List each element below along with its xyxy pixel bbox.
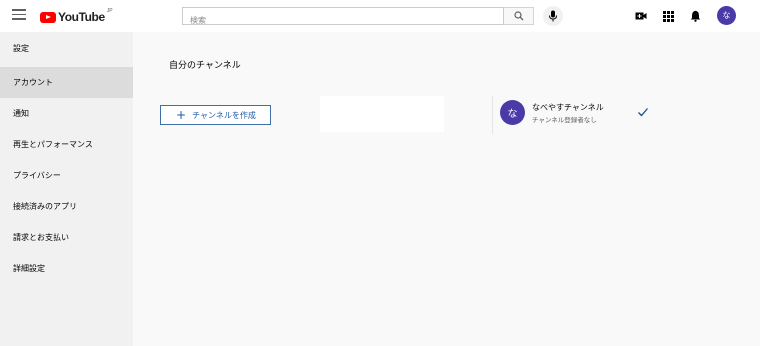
sidebar-item-playback[interactable]: 再生とパフォーマンス <box>0 129 133 160</box>
top-bar: YouTube JP 検索 な <box>0 0 760 32</box>
channel-avatar: な <box>500 100 525 125</box>
bell-icon <box>690 10 700 22</box>
create-video-button[interactable] <box>634 9 648 23</box>
sidebar-item-account[interactable]: アカウント <box>0 67 133 98</box>
notifications-button[interactable] <box>688 9 702 23</box>
avatar[interactable]: な <box>717 6 736 25</box>
youtube-play-icon <box>40 11 56 23</box>
create-channel-button[interactable]: + チャンネルを作成 <box>160 105 271 125</box>
search-button[interactable] <box>504 7 534 25</box>
channel-placeholder-card <box>320 96 444 132</box>
create-video-icon <box>635 12 647 20</box>
logo-text: YouTube <box>58 10 105 24</box>
create-channel-label: チャンネルを作成 <box>192 110 256 120</box>
menu-icon[interactable] <box>12 9 26 23</box>
search-box <box>182 7 504 29</box>
channel-subscriber-count: チャンネル登録者なし <box>532 116 597 124</box>
logo-region: JP <box>106 8 113 14</box>
plus-icon: + <box>176 108 187 122</box>
mic-icon <box>549 10 557 22</box>
sidebar-item-billing[interactable]: 請求とお支払い <box>0 222 133 253</box>
youtube-logo[interactable]: YouTube JP <box>40 8 113 25</box>
voice-search-button[interactable] <box>543 6 563 26</box>
sidebar-item-connected-apps[interactable]: 接続済みのアプリ <box>0 191 133 222</box>
apps-button[interactable] <box>661 9 675 23</box>
search-icon <box>513 11 523 21</box>
apps-icon <box>662 10 674 22</box>
sidebar-item-notifications[interactable]: 通知 <box>0 98 133 129</box>
checkmark-icon <box>638 108 648 117</box>
page-title: 自分のチャンネル <box>169 61 241 71</box>
channel-name: なべやすチャンネル <box>532 103 604 112</box>
sidebar-item-settings[interactable]: 設定 <box>0 33 133 64</box>
sidebar-item-advanced[interactable]: 詳細設定 <box>0 253 133 284</box>
sidebar-item-privacy[interactable]: プライバシー <box>0 160 133 191</box>
channel-item[interactable]: な なべやすチャンネル チャンネル登録者なし <box>500 100 660 130</box>
settings-sidebar: 設定 アカウント 通知 再生とパフォーマンス プライバシー 接続済みのアプリ 請… <box>0 32 133 346</box>
search-input[interactable] <box>183 12 503 29</box>
divider <box>492 96 493 134</box>
